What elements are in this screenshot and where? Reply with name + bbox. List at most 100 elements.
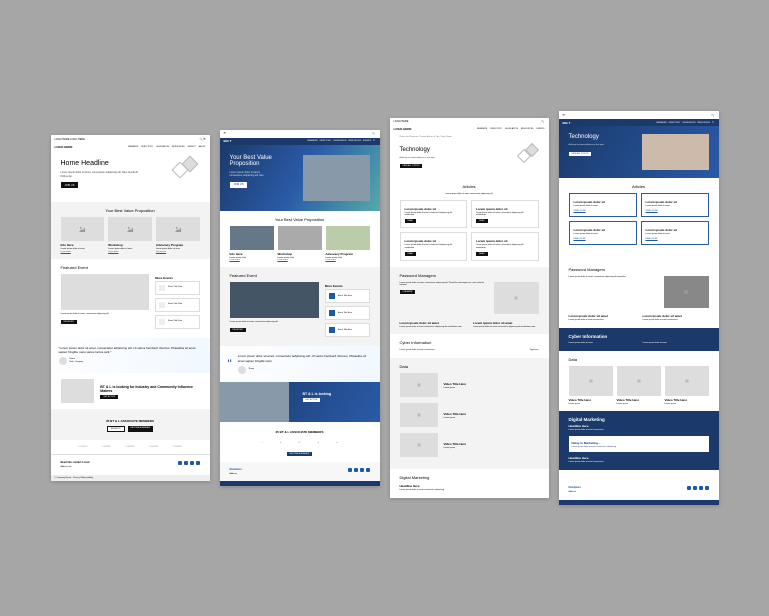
register-button[interactable]: REGISTER [230, 328, 246, 332]
footer-addr: Address [569, 491, 636, 494]
nav-item[interactable]: LEGISLATION [156, 146, 169, 148]
read-link[interactable]: READ MORE [574, 238, 632, 240]
section-title: Featured Event [230, 273, 370, 278]
avatar [238, 366, 246, 374]
learn-more-link[interactable]: Learn more [278, 259, 322, 261]
testimonial: "Lorem ipsum dolor sit amet, consectetur… [51, 338, 210, 373]
social-icon[interactable] [366, 468, 370, 472]
logo[interactable]: LOGO HERE [55, 145, 73, 149]
benefits-button[interactable]: BENEFITS [107, 426, 125, 432]
event-item[interactable]: Event Title Here [325, 306, 370, 320]
view-topics-button[interactable]: VIEW ALL TOPICS [569, 152, 592, 156]
search-icon[interactable]: 🔍 [712, 122, 715, 124]
event-item[interactable]: Event Title Here [325, 323, 370, 337]
nav-item[interactable]: DIRECTORY [669, 122, 681, 124]
video-thumb[interactable] [400, 433, 438, 457]
nav-item[interactable]: DIRECTORY [141, 146, 153, 148]
hero: Your Best Value PropositionLorem ipsum d… [220, 145, 380, 211]
social-icon[interactable] [196, 461, 200, 465]
read-button[interactable]: READ [405, 219, 417, 223]
join-button[interactable]: JOIN US [230, 182, 248, 188]
nav-item[interactable]: RESOURCES [521, 128, 534, 130]
read-link[interactable]: READ MORE [646, 238, 704, 240]
event-item[interactable]: Event Title Date [155, 315, 199, 329]
video-thumb[interactable] [617, 366, 661, 396]
read-button[interactable]: READ [476, 252, 488, 256]
social-icon[interactable] [190, 461, 194, 465]
view-topics-button[interactable]: VIEW ALL TOPICS [400, 164, 423, 168]
video-placeholder[interactable] [494, 282, 538, 314]
read-link[interactable]: READ MORE [646, 210, 704, 212]
search-icon[interactable]: 🔍 [373, 140, 376, 142]
get-active-button[interactable]: GET ACTIVE [303, 398, 321, 402]
video-placeholder[interactable] [664, 276, 709, 308]
copyright: © Company Name – Privacy & Accessibility [51, 475, 210, 481]
nav-item[interactable]: RESOURCES [172, 146, 185, 148]
video-thumb[interactable] [665, 366, 709, 396]
nav-item[interactable]: LEGISLATION [333, 140, 346, 142]
articles-section: Articles Lorem ipsum dolor sitLorem ipsu… [559, 178, 719, 251]
get-active-button[interactable]: GET ACTIVE [100, 395, 118, 399]
nav-item[interactable]: EVENTS [188, 146, 196, 148]
video-thumb[interactable] [400, 403, 438, 427]
nav-item[interactable]: MEMBERS [477, 128, 487, 130]
pm-cta-button[interactable]: CTA HERE [400, 290, 416, 294]
nav-item[interactable]: MEMBERS [308, 140, 318, 142]
social-icon[interactable] [184, 461, 188, 465]
nav-item[interactable]: LEGISLATION [505, 128, 518, 130]
social-icon[interactable] [693, 486, 697, 490]
logo[interactable]: LOGO HERE [394, 127, 412, 131]
nav-item[interactable]: RESOURCES [697, 122, 710, 124]
social-icon[interactable] [348, 468, 352, 472]
article-text: Lorem ipsum dolor sit amet. [646, 233, 704, 236]
read-link[interactable]: READ MORE [574, 210, 632, 212]
nav-item[interactable]: EVENTS [363, 140, 371, 142]
utility-bar: ☰🔍 [559, 111, 719, 119]
logo[interactable]: BIG T [563, 121, 571, 125]
read-button[interactable]: READ [476, 219, 488, 223]
video-thumb[interactable] [400, 373, 438, 397]
social-icon[interactable] [699, 486, 703, 490]
read-button[interactable]: READ [405, 252, 417, 256]
register-button[interactable]: REGISTER [61, 320, 77, 324]
chevron-right-icon[interactable]: › [354, 442, 355, 444]
nav-item[interactable]: MEMBERS [657, 122, 667, 124]
chevron-left-icon[interactable]: ‹ [63, 446, 64, 448]
logo[interactable]: BIG T [224, 139, 232, 143]
footer-addr: Address line [61, 466, 128, 469]
video-text: Lorem ipsum [665, 403, 709, 406]
event-item[interactable]: Event Title Date [155, 281, 199, 295]
social-icon[interactable] [354, 468, 358, 472]
nav-item[interactable]: ABOUT [199, 146, 206, 148]
social-icon[interactable] [705, 486, 709, 490]
learn-more-link[interactable]: Learn more [108, 251, 152, 253]
nav-item[interactable]: RESOURCES [348, 140, 361, 142]
learn-more-link[interactable]: Learn more [61, 251, 105, 253]
hero-image [642, 134, 709, 170]
join-button[interactable]: JOIN US [61, 182, 79, 188]
learn-more-link[interactable]: Learn more [230, 259, 274, 261]
event-item[interactable]: Event Title Here [325, 289, 370, 303]
social-icon[interactable] [360, 468, 364, 472]
social-icon[interactable] [178, 461, 182, 465]
become-member-button[interactable]: BECOME A MEMBER [128, 426, 154, 432]
event-copy: Lorem ipsum dolor sit amet, consectetur … [230, 321, 319, 324]
chevron-right-icon[interactable]: › [196, 446, 197, 448]
video-text: Lorem ipsum [569, 403, 613, 406]
nav-item[interactable]: EVENTS [536, 128, 544, 130]
learn-more-link[interactable]: Learn more [156, 251, 200, 253]
become-member-button[interactable]: BECOME A MEMBER [287, 452, 313, 456]
social-icon[interactable] [687, 486, 691, 490]
section-title: Your Best Value Proposition [230, 217, 370, 222]
event-label: Event Title Date [168, 303, 182, 306]
event-item[interactable]: Event Title Date [155, 298, 199, 312]
video-thumb[interactable] [569, 366, 613, 396]
nav-item[interactable]: DIRECTORY [490, 128, 502, 130]
nav-item[interactable]: LEGISLATION [682, 122, 695, 124]
chevron-left-icon[interactable]: ‹ [244, 442, 245, 444]
nav-item[interactable]: DIRECTORY [320, 140, 332, 142]
quote-role: Role, Company [70, 361, 84, 364]
learn-more-link[interactable]: Learn more [326, 259, 370, 261]
nav-item[interactable]: MEMBERS [128, 146, 138, 148]
utility-bar: ☰🔍 [220, 130, 380, 138]
